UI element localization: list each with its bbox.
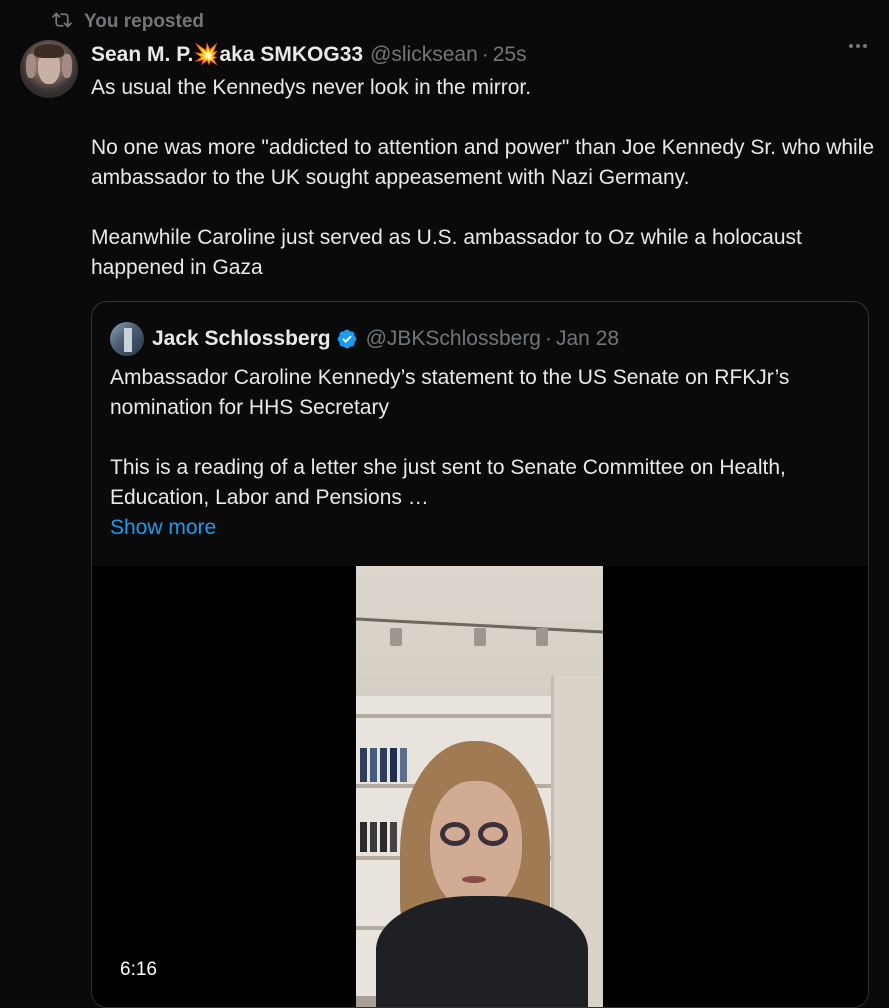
timestamp[interactable]: 25s: [493, 43, 527, 67]
quote-date[interactable]: Jan 28: [556, 327, 619, 351]
more-options-icon[interactable]: [849, 44, 867, 48]
separator: ·: [481, 43, 489, 66]
quote-paragraph: Ambassador Caroline Kennedy’s statement …: [110, 366, 790, 419]
tweet-paragraph: As usual the Kennedys never look in the …: [91, 76, 532, 99]
video-thumbnail: [356, 566, 603, 1007]
quote-text: Ambassador Caroline Kennedy’s statement …: [110, 363, 855, 543]
quote-author-name[interactable]: Jack Schlossberg: [152, 327, 331, 351]
quote-author-handle[interactable]: @JBKSchlossberg: [366, 327, 541, 351]
quote-paragraph: This is a reading of a letter she just s…: [110, 456, 786, 509]
separator: ·: [545, 327, 552, 350]
avatar[interactable]: [20, 40, 78, 98]
tweet-paragraph: No one was more "addicted to attention a…: [91, 136, 875, 189]
author-name[interactable]: Sean M. P.💥aka SMKOG33: [91, 43, 363, 67]
repost-label: You reposted: [84, 11, 204, 32]
quote-header: Jack Schlossberg @JBKSchlossberg · Jan 2…: [110, 322, 619, 356]
tweet-text: As usual the Kennedys never look in the …: [91, 73, 876, 283]
repost-indicator: You reposted: [52, 10, 204, 34]
repost-icon: [52, 11, 72, 34]
video-player[interactable]: 6:16: [92, 566, 868, 1007]
show-more-link[interactable]: Show more: [110, 513, 855, 543]
verified-badge-icon: [336, 328, 358, 350]
tweet-paragraph: Meanwhile Caroline just served as U.S. a…: [91, 226, 802, 279]
tweet-header: Sean M. P.💥aka SMKOG33 @slicksean · 25s: [91, 41, 869, 69]
author-handle[interactable]: @slicksean: [370, 43, 478, 67]
quote-avatar[interactable]: [110, 322, 144, 356]
quoted-tweet[interactable]: Jack Schlossberg @JBKSchlossberg · Jan 2…: [91, 301, 869, 1008]
video-duration: 6:16: [112, 956, 165, 984]
collision-emoji-icon: 💥: [193, 43, 220, 66]
